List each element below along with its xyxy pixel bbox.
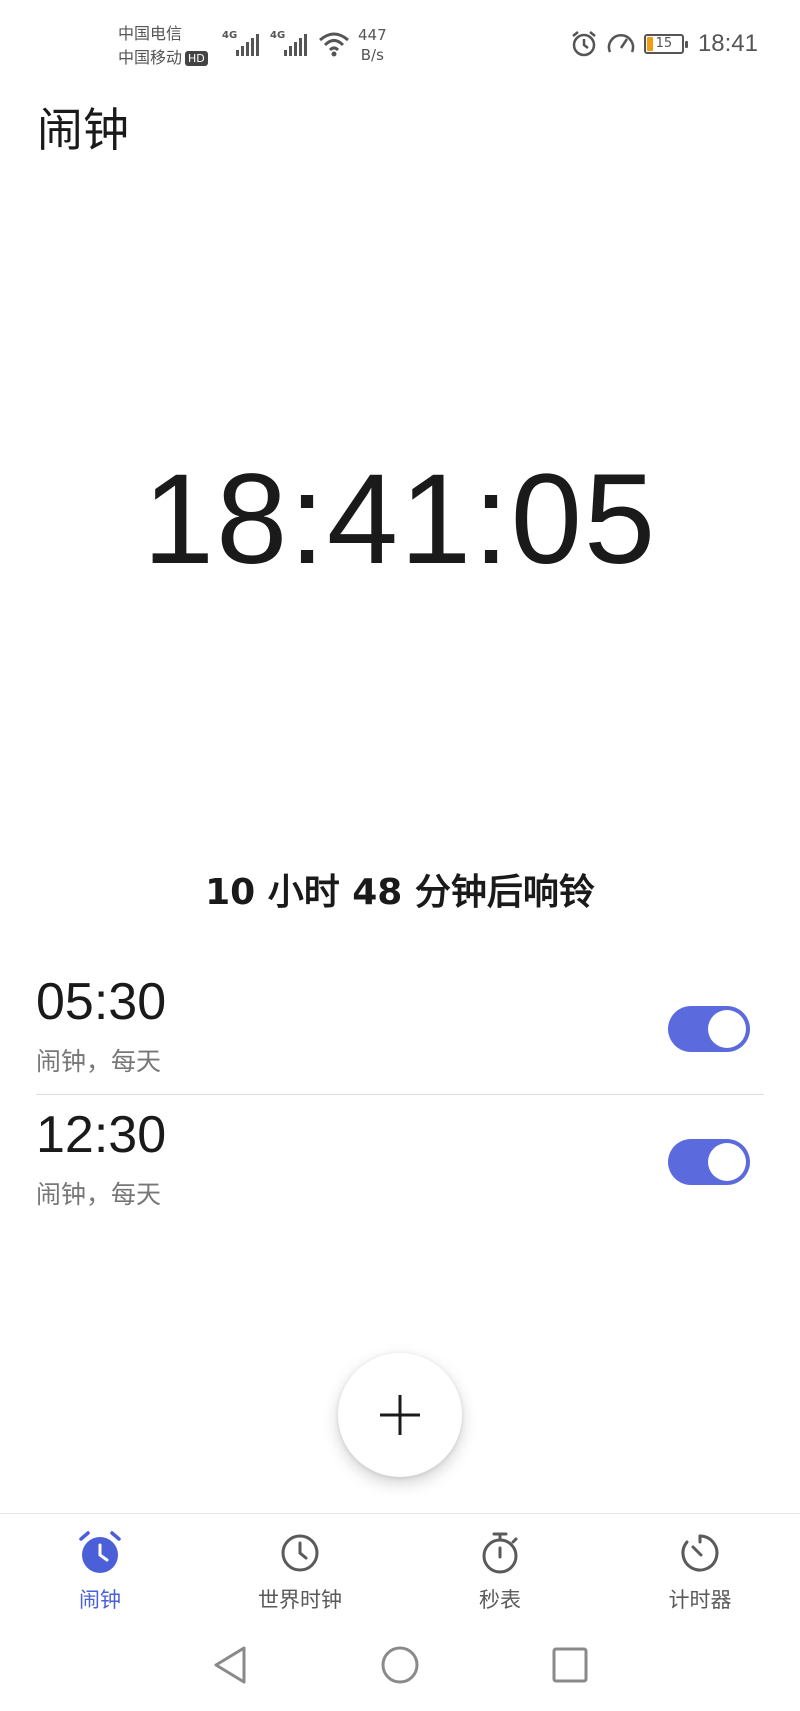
signal-strength-icon-2: 4G	[270, 30, 314, 62]
tab-timer[interactable]: 计时器	[600, 1530, 800, 1614]
alarm-item[interactable]: 12:30 闹钟，每天	[36, 1103, 764, 1235]
tab-alarm[interactable]: 闹钟	[0, 1530, 200, 1614]
battery-icon: 15	[643, 34, 688, 54]
network-tag-2: 4G	[270, 30, 286, 41]
system-navigation-bar	[0, 1630, 800, 1710]
status-bar: 中国电信 中国移动 HD 4G 4G 447 B/s 15 18:41	[0, 0, 800, 90]
tab-world-clock[interactable]: 世界时钟	[200, 1530, 400, 1614]
status-right: 15 18:41	[570, 30, 758, 58]
alarm-status-icon	[572, 31, 596, 57]
carrier-1: 中国电信	[118, 24, 183, 43]
alarm-time: 05:30	[36, 973, 167, 1031]
carrier-info: 中国电信 中国移动 HD	[118, 22, 208, 70]
recents-icon[interactable]	[550, 1644, 590, 1686]
wifi-icon	[318, 30, 350, 62]
battery-percent: 15	[655, 36, 673, 51]
tab-label: 闹钟	[79, 1588, 121, 1612]
status-time: 18:41	[697, 30, 758, 57]
page-title: 闹钟	[37, 103, 129, 157]
alarm-toggle[interactable]	[668, 1139, 750, 1185]
signal-strength-icon: 4G	[222, 30, 266, 62]
toggle-knob	[708, 1010, 746, 1048]
tab-label: 秒表	[479, 1588, 521, 1612]
tab-label: 世界时钟	[258, 1588, 342, 1612]
bottom-tab-bar: 闹钟 世界时钟 秒表 计时器	[0, 1513, 800, 1624]
world-clock-icon	[281, 1534, 319, 1572]
stopwatch-icon	[482, 1532, 518, 1574]
alarm-label: 闹钟，每天	[36, 1180, 162, 1209]
toggle-knob	[708, 1143, 746, 1181]
home-icon[interactable]	[380, 1644, 420, 1686]
back-icon[interactable]	[210, 1644, 250, 1686]
alarm-item[interactable]: 05:30 闹钟，每天	[36, 970, 764, 1102]
alarm-clock-icon	[79, 1531, 121, 1573]
add-alarm-button[interactable]	[338, 1353, 462, 1477]
network-tag-1: 4G	[222, 30, 238, 41]
next-alarm-countdown: 10 小时 48 分钟后响铃	[205, 872, 595, 913]
alarm-label: 闹钟，每天	[36, 1047, 162, 1076]
timer-icon	[681, 1534, 719, 1572]
hd-badge: HD	[185, 51, 208, 66]
alarm-toggle[interactable]	[668, 1006, 750, 1052]
carrier-2: 中国移动	[118, 48, 183, 67]
net-speed: 447 B/s	[358, 26, 387, 64]
plus-icon	[380, 1395, 420, 1435]
speedometer-icon	[607, 34, 635, 53]
alarm-time: 12:30	[36, 1106, 167, 1164]
tab-label: 计时器	[668, 1588, 732, 1612]
divider	[36, 1094, 764, 1095]
current-time-display: 18:41:05	[142, 448, 658, 591]
tab-stopwatch[interactable]: 秒表	[400, 1530, 600, 1614]
